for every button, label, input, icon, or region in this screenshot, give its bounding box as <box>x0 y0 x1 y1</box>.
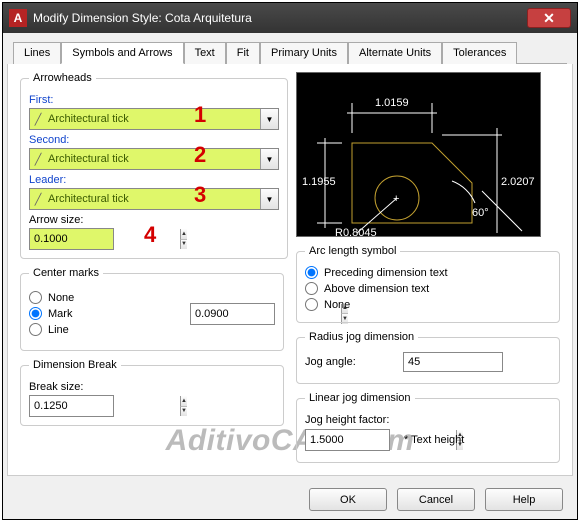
radio-center-none[interactable]: None <box>29 291 182 304</box>
legend-radius-jog: Radius jog dimension <box>305 331 418 343</box>
radio-arc-preceding[interactable]: Preceding dimension text <box>305 266 551 279</box>
label-text-height-suffix: * Text height <box>404 434 464 446</box>
arch-tick-icon: ╱ <box>30 151 46 167</box>
legend-arrowheads: Arrowheads <box>29 72 96 84</box>
input-arrow-size[interactable] <box>30 229 180 249</box>
tab-tolerances[interactable]: Tolerances <box>442 42 517 64</box>
arch-tick-icon: ╱ <box>30 111 46 127</box>
preview-dim-2: 1.1955 <box>302 176 336 188</box>
spin-down-icon[interactable]: ▼ <box>180 240 187 250</box>
spinner-jog-height[interactable]: ▲▼ <box>305 429 390 451</box>
spinner-break-size[interactable]: ▲▼ <box>29 395 114 417</box>
legend-center-marks: Center marks <box>29 267 103 279</box>
legend-linear-jog: Linear jog dimension <box>305 392 415 404</box>
combo-leader-value: Architectural tick <box>46 193 260 205</box>
app-logo-icon: A <box>9 9 27 27</box>
spinner-center-mark-size[interactable]: ▲▼ <box>190 303 275 325</box>
combo-second-value: Architectural tick <box>46 153 260 165</box>
arch-tick-icon: ╱ <box>30 191 46 207</box>
close-button[interactable]: ✕ <box>527 8 571 28</box>
dialog-footer: OK Cancel Help <box>3 480 577 519</box>
radio-arc-none[interactable]: None <box>305 298 551 311</box>
spin-up-icon[interactable]: ▲ <box>180 229 187 240</box>
combo-second-arrowhead[interactable]: ╱ Architectural tick ▼ <box>29 148 279 170</box>
legend-arc-length: Arc length symbol <box>305 245 400 257</box>
chevron-down-icon: ▼ <box>260 149 278 169</box>
titlebar: A Modify Dimension Style: Cota Arquitetu… <box>3 3 577 33</box>
preview-dim-1: 1.0159 <box>375 97 409 109</box>
radio-center-line[interactable]: Line <box>29 323 182 336</box>
annotation-2: 2 <box>194 142 206 168</box>
window-title: Modify Dimension Style: Cota Arquitetura <box>33 11 527 25</box>
chevron-down-icon: ▼ <box>260 109 278 129</box>
group-linear-jog: Linear jog dimension Jog height factor: … <box>296 392 560 463</box>
group-radius-jog: Radius jog dimension Jog angle: <box>296 331 560 384</box>
combo-leader-arrowhead[interactable]: ╱ Architectural tick ▼ <box>29 188 279 210</box>
legend-dim-break: Dimension Break <box>29 359 121 371</box>
svg-text:+: + <box>393 193 399 205</box>
annotation-1: 1 <box>194 102 206 128</box>
preview-dim-3: 2.0207 <box>501 176 535 188</box>
combo-first-arrowhead[interactable]: ╱ Architectural tick ▼ <box>29 108 279 130</box>
preview-angle: 60° <box>472 207 489 219</box>
tab-alternate-units[interactable]: Alternate Units <box>348 42 442 64</box>
label-break-size: Break size: <box>29 381 275 393</box>
tab-bar: Lines Symbols and Arrows Text Fit Primar… <box>13 41 567 64</box>
cancel-button[interactable]: Cancel <box>397 488 475 511</box>
help-button[interactable]: Help <box>485 488 563 511</box>
dimension-preview: 1.0159 1.1955 2.0207 60° R0.8045 + <box>296 72 541 237</box>
radio-arc-above[interactable]: Above dimension text <box>305 282 551 295</box>
tab-symbols-arrows[interactable]: Symbols and Arrows <box>61 42 183 64</box>
input-break-size[interactable] <box>30 396 180 416</box>
label-second: Second: <box>29 134 279 146</box>
label-jog-height: Jog height factor: <box>305 414 551 426</box>
input-jog-angle[interactable] <box>403 352 503 372</box>
ok-button[interactable]: OK <box>309 488 387 511</box>
tab-primary-units[interactable]: Primary Units <box>260 42 348 64</box>
radio-center-mark[interactable]: Mark <box>29 307 182 320</box>
tab-lines[interactable]: Lines <box>13 42 61 64</box>
group-arc-length: Arc length symbol Preceding dimension te… <box>296 245 560 323</box>
tab-fit[interactable]: Fit <box>226 42 260 64</box>
preview-radius: R0.8045 <box>335 227 377 238</box>
group-arrowheads: Arrowheads First: ╱ Architectural tick ▼… <box>20 72 288 259</box>
spin-up-icon[interactable]: ▲ <box>180 396 187 407</box>
combo-first-value: Architectural tick <box>46 113 260 125</box>
annotation-4: 4 <box>144 222 156 248</box>
dialog-window: A Modify Dimension Style: Cota Arquitetu… <box>2 2 578 520</box>
spinner-arrow-size[interactable]: ▲▼ <box>29 228 114 250</box>
label-leader: Leader: <box>29 174 279 186</box>
label-jog-angle: Jog angle: <box>305 356 395 368</box>
group-dim-break: Dimension Break Break size: ▲▼ <box>20 359 284 426</box>
group-center-marks: Center marks None Mark Line ▲▼ <box>20 267 284 351</box>
chevron-down-icon: ▼ <box>260 189 278 209</box>
label-first: First: <box>29 94 279 106</box>
tab-text[interactable]: Text <box>184 42 226 64</box>
annotation-3: 3 <box>194 182 206 208</box>
spin-down-icon[interactable]: ▼ <box>180 407 187 417</box>
